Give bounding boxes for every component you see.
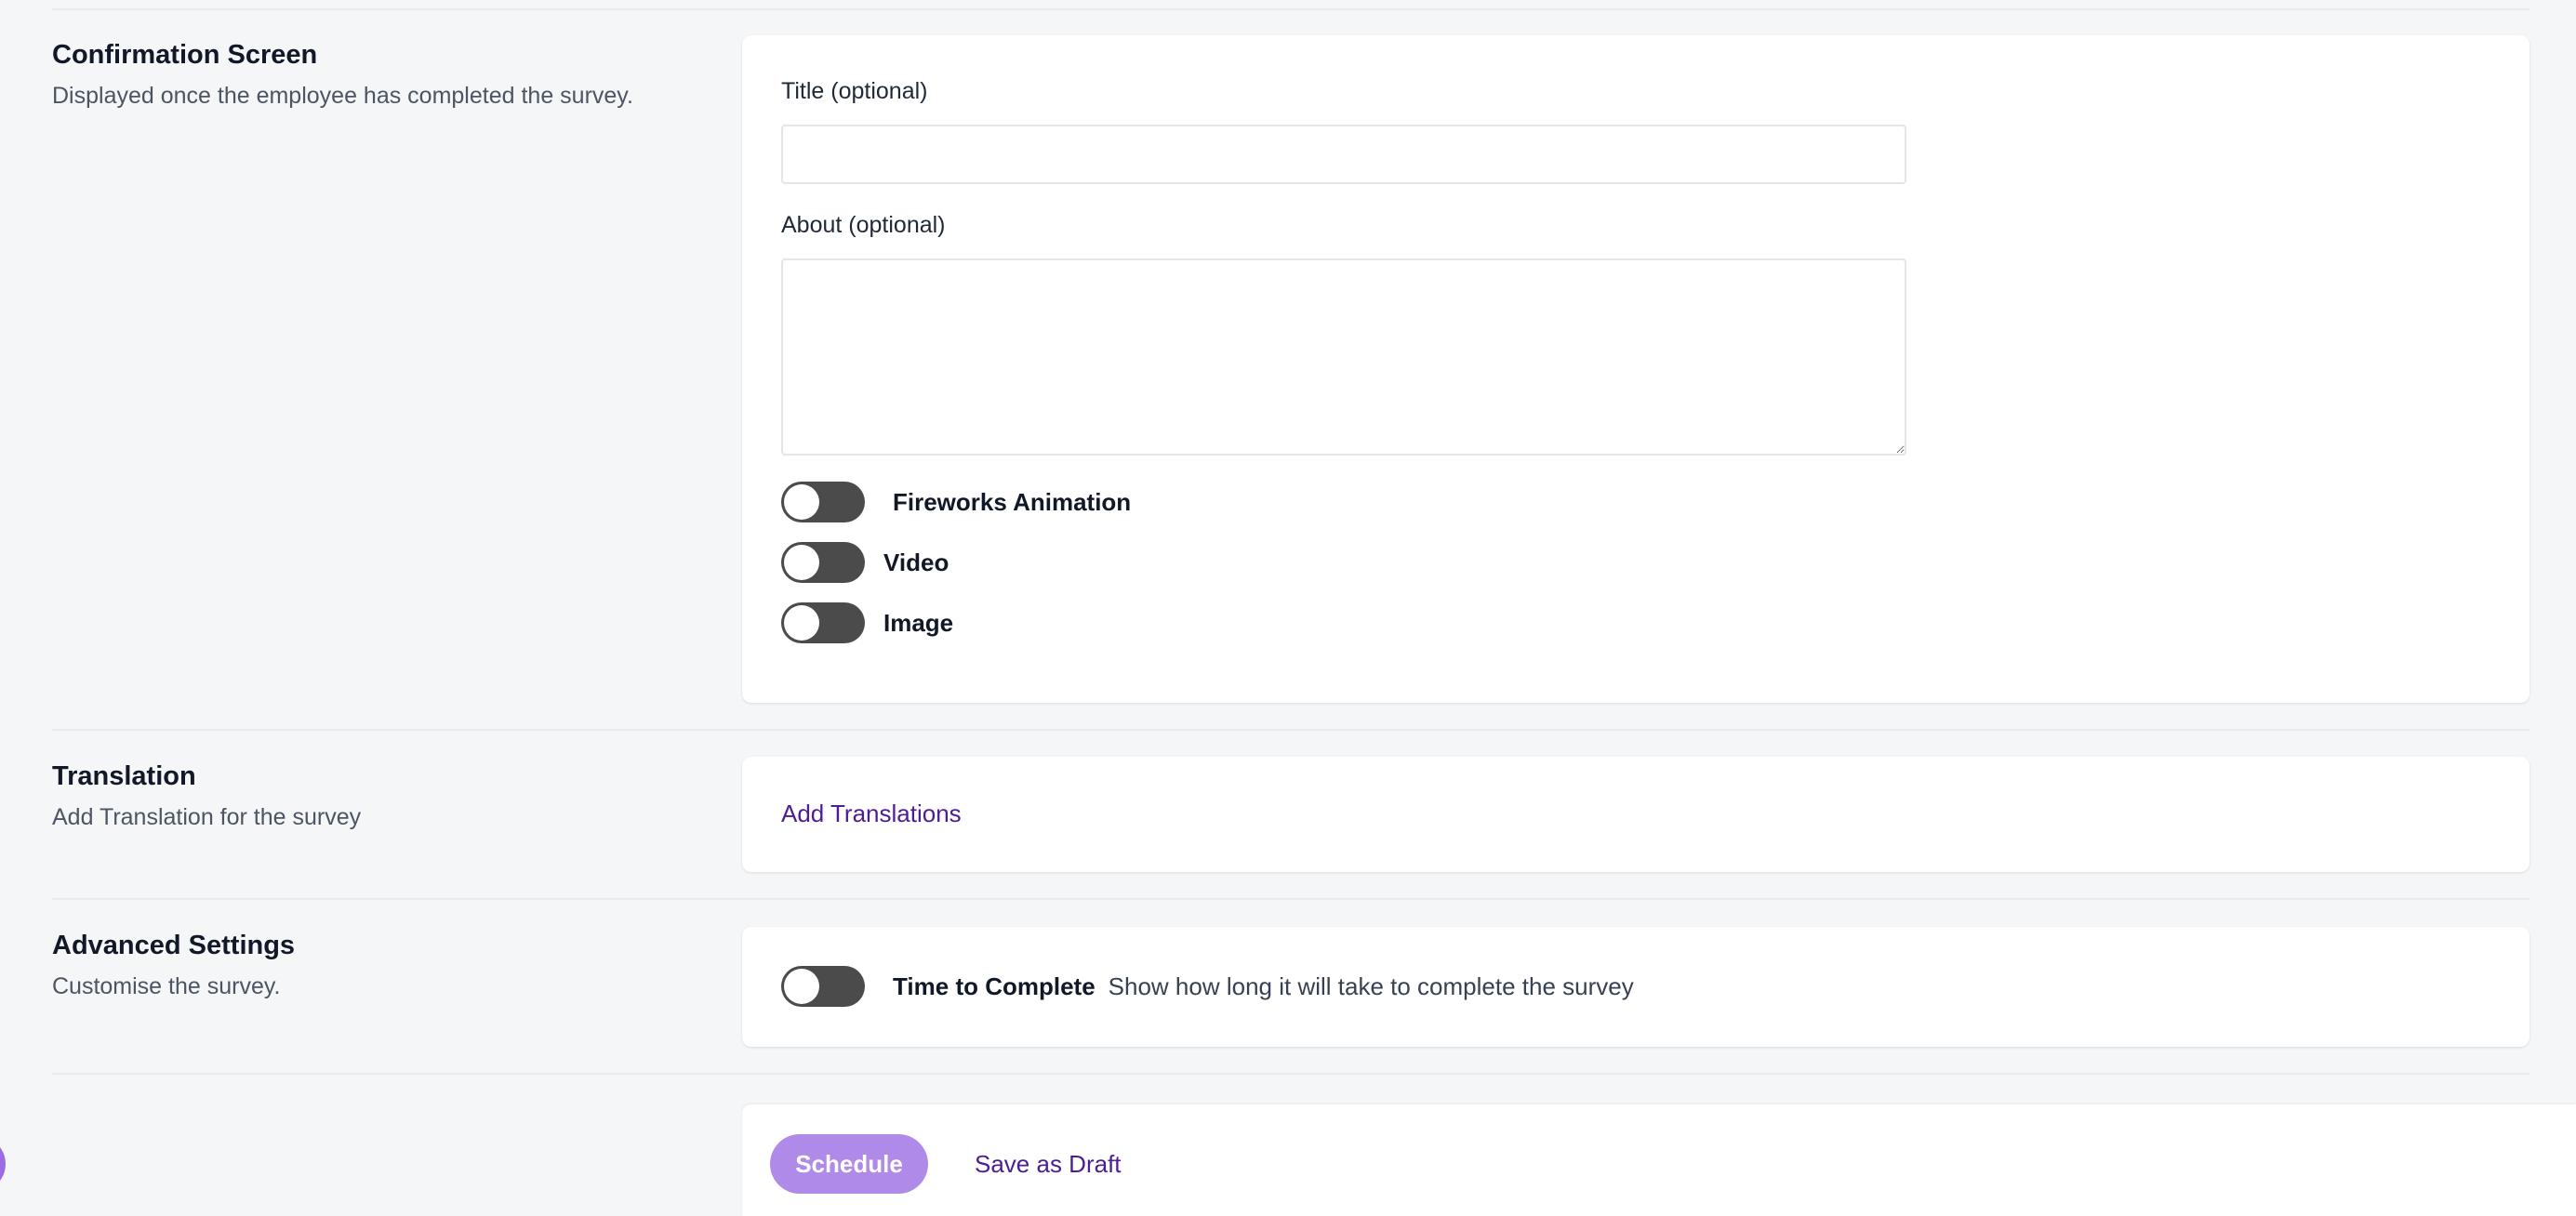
video-toggle-row: Video [781, 542, 949, 583]
translation-section-title: Translation [52, 761, 196, 791]
confirmation-section-title: Confirmation Screen [52, 40, 318, 70]
time-to-complete-label: Time to Complete [893, 971, 1095, 1000]
top-divider [52, 8, 2530, 10]
time-to-complete-toggle[interactable] [781, 966, 865, 1007]
advanced-card: Time to Complete Show how long it will t… [742, 927, 2530, 1047]
help-launcher-icon[interactable] [0, 1136, 6, 1192]
image-toggle-label: Image [883, 608, 954, 637]
section-divider [52, 729, 2530, 731]
toggle-knob [784, 484, 819, 520]
toggle-knob [784, 605, 819, 641]
translation-card: Add Translations [742, 757, 2530, 872]
fireworks-toggle-row: Fireworks Animation [781, 482, 1131, 522]
confirmation-section-header: Confirmation Screen Displayed once the e… [52, 39, 703, 111]
footer-action-bar: Schedule Save as Draft [742, 1104, 2576, 1216]
image-toggle[interactable] [781, 602, 865, 643]
advanced-section-description: Customise the survey. [52, 972, 281, 999]
advanced-section-title: Advanced Settings [52, 931, 296, 960]
confirmation-section-description: Displayed once the employee has complete… [52, 82, 633, 109]
time-to-complete-toggle-row: Time to Complete Show how long it will t… [781, 966, 1634, 1007]
fireworks-toggle-label: Fireworks Animation [893, 487, 1132, 516]
title-input[interactable] [781, 125, 1906, 184]
translation-section-header: Translation Add Translation for the surv… [52, 760, 703, 832]
video-toggle[interactable] [781, 542, 865, 583]
schedule-button[interactable]: Schedule [770, 1134, 928, 1194]
video-toggle-label: Video [883, 548, 949, 576]
about-textarea[interactable] [781, 258, 1906, 456]
title-field-label: Title (optional) [781, 78, 928, 104]
fireworks-toggle[interactable] [781, 482, 865, 522]
section-divider [52, 898, 2530, 900]
about-field-label: About (optional) [781, 212, 946, 238]
section-divider [52, 1073, 2530, 1075]
toggle-knob [784, 969, 819, 1004]
advanced-section-header: Advanced Settings Customise the survey. [52, 930, 703, 1001]
translation-section-description: Add Translation for the survey [52, 803, 362, 830]
confirmation-card: Title (optional) About (optional) Firewo… [742, 35, 2530, 703]
save-as-draft-button[interactable]: Save as Draft [947, 1134, 1149, 1194]
time-to-complete-description: Show how long it will take to complete t… [1108, 971, 1634, 1000]
add-translations-link[interactable]: Add Translations [781, 800, 962, 828]
image-toggle-row: Image [781, 602, 953, 643]
toggle-knob [784, 545, 819, 580]
